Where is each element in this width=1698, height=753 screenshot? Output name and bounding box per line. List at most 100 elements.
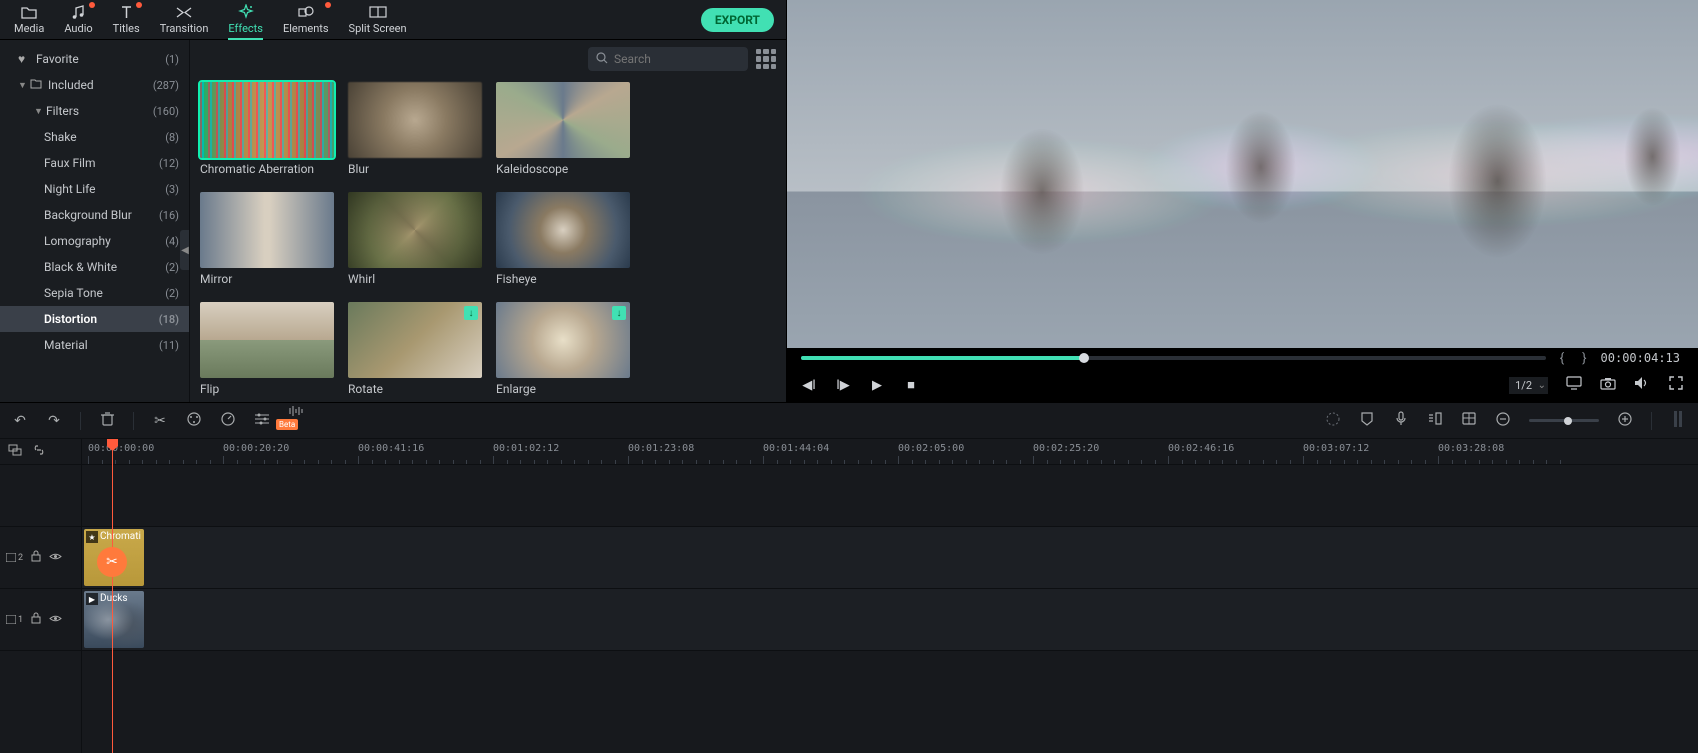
effect-thumbnail: ↓ (348, 302, 482, 378)
render-icon[interactable] (1325, 412, 1341, 430)
notification-dot (89, 2, 95, 8)
effect-card-fisheye[interactable]: Fisheye (496, 192, 630, 286)
timeline-ruler[interactable]: 00:00:00:0000:00:20:2000:00:41:1600:01:0… (82, 439, 1698, 465)
sidebar-item-distortion[interactable]: Distortion(18) (0, 306, 189, 332)
ruler-mark: 00:01:23:08 (628, 443, 694, 454)
sidebar-item-faux-film[interactable]: Faux Film(12) (0, 150, 189, 176)
tab-audio[interactable]: Audio (54, 0, 102, 39)
tab-titles[interactable]: Titles (103, 0, 150, 39)
timeline-track[interactable]: ▶Ducks (82, 589, 1698, 651)
ruler-mark: 00:00:41:16 (358, 443, 424, 454)
audio-wave-button[interactable]: Beta (288, 405, 304, 437)
mic-icon[interactable] (1393, 411, 1409, 430)
fullscreen-icon[interactable] (1668, 376, 1684, 394)
ruler-mark: 00:01:02:12 (493, 443, 559, 454)
track-visible-icon[interactable] (49, 551, 62, 564)
effect-thumbnail (496, 82, 630, 158)
preview-monitor[interactable] (787, 0, 1698, 348)
mark-in-button[interactable]: { (1556, 351, 1568, 366)
delete-button[interactable] (99, 412, 115, 430)
tab-effects[interactable]: Effects (218, 0, 273, 39)
preview-seekbar[interactable] (801, 356, 1546, 360)
zoom-slider[interactable] (1529, 419, 1599, 422)
sidebar-item-background-blur[interactable]: Background Blur(16) (0, 202, 189, 228)
timeline-empty-area[interactable] (82, 465, 1698, 527)
grid-view-button[interactable] (756, 49, 776, 69)
tab-elements[interactable]: Elements (273, 0, 339, 39)
step-forward-button[interactable]: I▶ (835, 378, 851, 393)
sidebar-item-material[interactable]: Material(11) (0, 332, 189, 358)
speed-button[interactable] (220, 412, 236, 430)
effect-card-rotate[interactable]: ↓ Rotate (348, 302, 482, 396)
tab-split-screen[interactable]: Split Screen (339, 0, 417, 39)
sidebar-item-black-white[interactable]: Black & White(2) (0, 254, 189, 280)
snapshot-icon[interactable] (1600, 377, 1616, 394)
effect-card-chromatic-aberration[interactable]: Chromatic Aberration (200, 82, 334, 176)
scissor-icon[interactable]: ✂ (97, 547, 127, 577)
playhead[interactable]: ✂ (112, 439, 113, 753)
redo-button[interactable]: ↷ (46, 413, 62, 429)
effect-card-blur[interactable]: Blur (348, 82, 482, 176)
tab-transition[interactable]: Transition (150, 0, 219, 39)
color-button[interactable] (186, 412, 202, 430)
heart-icon: ♥ (18, 52, 32, 66)
quality-select[interactable]: 1/2 (1509, 377, 1548, 394)
search-input[interactable] (588, 47, 748, 71)
clip-ducks[interactable]: ▶Ducks (84, 591, 144, 648)
link-icon[interactable] (32, 444, 46, 459)
ruler-mark: 00:02:25:20 (1033, 443, 1099, 454)
display-icon[interactable] (1566, 376, 1582, 394)
zoom-in-button[interactable] (1617, 412, 1633, 430)
sidebar-item-filters[interactable]: ▼Filters(160) (0, 98, 189, 124)
effect-thumbnail (496, 192, 630, 268)
effect-card-mirror[interactable]: Mirror (200, 192, 334, 286)
track-visible-icon[interactable] (49, 613, 62, 626)
effect-card-whirl[interactable]: Whirl (348, 192, 482, 286)
sidebar-item-sepia-tone[interactable]: Sepia Tone(2) (0, 280, 189, 306)
effect-card-enlarge[interactable]: ↓Enlarge (496, 302, 630, 396)
ruler-mark: 00:00:20:20 (223, 443, 289, 454)
sidebar-collapse-handle[interactable]: ◀ (180, 230, 190, 270)
crop-icon[interactable] (1461, 412, 1477, 429)
track-lock-icon[interactable] (31, 550, 41, 565)
effect-label: Chromatic Aberration (200, 162, 334, 176)
effect-thumbnail: ↓ (496, 302, 630, 378)
ruler-mark: 00:01:44:04 (763, 443, 829, 454)
play-button[interactable]: ▶ (869, 378, 885, 393)
timeline-track[interactable]: ★Chromati (82, 527, 1698, 589)
effect-card-flip[interactable]: Flip (200, 302, 334, 396)
track-lock-icon[interactable] (31, 612, 41, 627)
split-button[interactable]: ✂ (152, 413, 168, 429)
effect-label: Kaleidoscope (496, 162, 630, 176)
notification-dot (136, 2, 142, 8)
adjust-button[interactable] (254, 413, 270, 429)
music-icon (71, 4, 85, 20)
auto-ripple-icon[interactable] (8, 444, 22, 459)
track-header-2: 2 (0, 527, 81, 589)
undo-button[interactable]: ↶ (12, 413, 28, 429)
sidebar-item-shake[interactable]: Shake(8) (0, 124, 189, 150)
step-back-button[interactable]: ◀I (801, 378, 817, 393)
mark-out-button[interactable]: } (1578, 351, 1590, 366)
sidebar-item-favorite[interactable]: ♥Favorite(1) (0, 46, 189, 72)
audio-mix-icon[interactable] (1427, 412, 1443, 429)
sidebar-item-lomography[interactable]: Lomography(4) (0, 228, 189, 254)
marker-icon[interactable] (1359, 412, 1375, 430)
stop-button[interactable]: ■ (903, 377, 919, 393)
split-icon (369, 4, 387, 20)
export-button[interactable]: EXPORT (701, 8, 774, 32)
ruler-mark: 00:02:05:00 (898, 443, 964, 454)
effect-card-kaleidoscope[interactable]: Kaleidoscope (496, 82, 630, 176)
sidebar-item-included[interactable]: ▼Included(287) (0, 72, 189, 98)
meter-toggle-icon[interactable] (1670, 411, 1686, 431)
zoom-out-button[interactable] (1495, 412, 1511, 430)
disclosure-icon: ▼ (18, 80, 28, 91)
effect-label: Rotate (348, 382, 482, 396)
sidebar-item-night-life[interactable]: Night Life(3) (0, 176, 189, 202)
tab-media[interactable]: Media (4, 0, 54, 39)
transition-icon (175, 4, 193, 20)
effect-thumbnail (348, 192, 482, 268)
search-field[interactable] (614, 52, 770, 66)
volume-icon[interactable] (1634, 376, 1650, 394)
effect-thumbnail (200, 302, 334, 378)
